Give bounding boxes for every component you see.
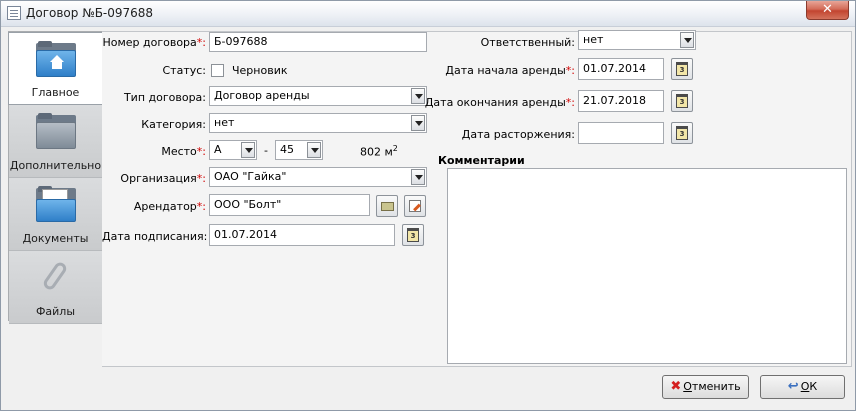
tenant-edit-button[interactable] <box>404 195 426 217</box>
contract-type-select[interactable]: Договор аренды <box>209 86 427 106</box>
paperclip-icon <box>36 259 76 295</box>
place-separator: - <box>264 144 268 157</box>
main-panel: Номер договора*: Б-097688 Статус: Чернов… <box>102 30 852 367</box>
home-folder-icon <box>36 41 76 77</box>
contract-type-value: Договор аренды <box>214 89 310 102</box>
tab-documents[interactable]: Документы <box>9 178 102 251</box>
folder-icon <box>36 113 76 149</box>
cancel-button-label: тменить <box>691 380 741 393</box>
lease-end-calendar-button[interactable]: 3 <box>671 90 693 112</box>
chevron-down-icon[interactable] <box>241 142 255 158</box>
lease-start-input[interactable]: 01.07.2014 <box>578 58 664 80</box>
tenant-label: Арендатор*: <box>133 200 206 213</box>
contract-window: Договор №Б-097688 ✕ Главное Дополнительн… <box>0 0 856 411</box>
termination-date-calendar-button[interactable]: 3 <box>671 122 693 144</box>
document-icon <box>7 6 21 20</box>
responsible-select[interactable]: нет <box>578 30 696 50</box>
organization-value: ОАО "Гайка" <box>214 170 287 183</box>
termination-date-label: Дата расторжения: <box>461 128 575 141</box>
calendar-icon: 3 <box>676 62 688 76</box>
place-label: Место*: <box>161 145 206 158</box>
title-bar[interactable]: Договор №Б-097688 ✕ <box>1 1 855 27</box>
contract-number-input[interactable]: Б-097688 <box>209 32 427 52</box>
calendar-icon: 3 <box>407 228 419 242</box>
tab-main[interactable]: Главное <box>8 32 103 105</box>
close-button[interactable]: ✕ <box>806 1 849 20</box>
termination-date-input[interactable] <box>578 122 664 144</box>
cancel-icon: ✖ <box>670 379 682 394</box>
place-block-select[interactable]: А <box>209 140 257 160</box>
place-area: 802 м2 <box>360 144 398 159</box>
tab-additional-label: Дополнительно <box>9 159 102 172</box>
tab-documents-label: Документы <box>22 232 89 245</box>
ok-icon: ↩ <box>787 379 799 394</box>
edit-icon <box>409 200 421 212</box>
contract-number-label: Номер договора*: <box>102 36 206 49</box>
comments-textarea[interactable] <box>447 168 847 364</box>
calendar-icon: 3 <box>676 126 688 140</box>
responsible-label: Ответственный: <box>480 36 575 49</box>
category-label: Категория: <box>141 118 206 131</box>
lease-end-input[interactable]: 21.07.2018 <box>578 90 664 112</box>
tab-files-label: Файлы <box>35 305 76 318</box>
lease-start-calendar-button[interactable]: 3 <box>671 58 693 80</box>
cancel-button[interactable]: ✖ Отменить <box>662 375 749 399</box>
lease-start-label: Дата начала аренды*: <box>445 64 575 77</box>
tab-files[interactable]: Файлы <box>9 251 102 324</box>
responsible-value: нет <box>583 33 604 46</box>
status-label: Статус: <box>162 64 206 77</box>
calendar-icon: 3 <box>676 94 688 108</box>
tab-rail: Главное Дополнительно Документы Файлы <box>8 31 103 324</box>
chevron-down-icon[interactable] <box>680 32 694 48</box>
ok-button-label: К <box>809 380 818 393</box>
signing-date-label: Дата подписания: <box>102 230 208 243</box>
category-value: нет <box>214 116 235 129</box>
window-title: Договор №Б-097688 <box>26 6 154 20</box>
category-select[interactable]: нет <box>209 113 427 133</box>
organization-label: Организация*: <box>120 172 206 185</box>
signing-date-input[interactable]: 01.07.2014 <box>209 224 395 246</box>
tenant-input[interactable]: ООО "Болт" <box>209 194 370 216</box>
draft-checkbox-label: Черновик <box>232 64 288 77</box>
place-number-value: 45 <box>280 143 294 156</box>
folder-open-icon <box>381 202 394 211</box>
tab-main-label: Главное <box>31 86 80 99</box>
cancel-button-mnemonic: О <box>683 380 692 393</box>
draft-checkbox[interactable] <box>211 64 224 77</box>
signing-date-calendar-button[interactable]: 3 <box>402 224 424 246</box>
comments-label: Комментарии <box>438 154 525 167</box>
tenant-browse-button[interactable] <box>376 195 398 217</box>
ok-button[interactable]: ↩ ОК <box>760 375 845 399</box>
place-number-select[interactable]: 45 <box>275 140 323 160</box>
organization-select[interactable]: ОАО "Гайка" <box>209 167 427 187</box>
chevron-down-icon[interactable] <box>307 142 321 158</box>
documents-folder-icon <box>36 186 76 222</box>
tab-additional[interactable]: Дополнительно <box>9 105 102 178</box>
lease-end-label: Дата окончания аренды*: <box>424 96 575 109</box>
chevron-down-icon[interactable] <box>411 169 425 185</box>
place-block-value: А <box>214 143 222 156</box>
contract-type-label: Тип договора: <box>123 91 206 104</box>
